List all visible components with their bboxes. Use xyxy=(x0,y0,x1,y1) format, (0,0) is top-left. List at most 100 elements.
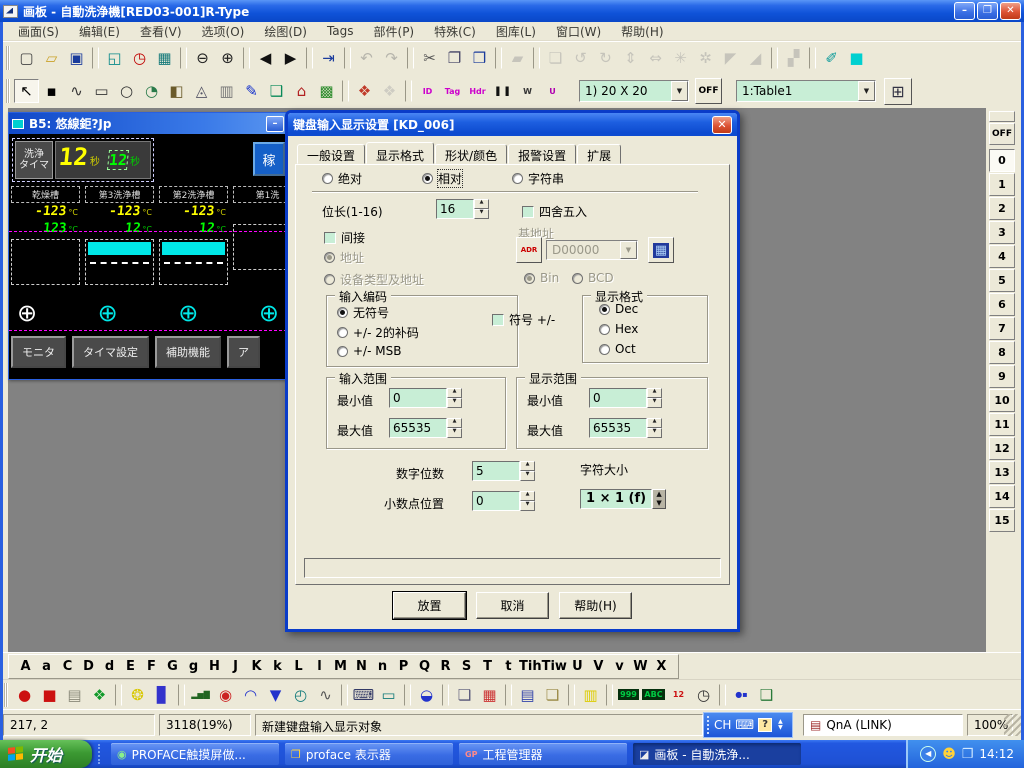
mark-tool[interactable]: ⌂ xyxy=(289,79,314,103)
function-switch-icon[interactable]: ■ xyxy=(37,683,62,707)
radio-absolute[interactable]: 绝对 xyxy=(322,170,362,187)
library-gray-icon[interactable]: ❖ xyxy=(377,79,402,103)
pump-icon[interactable]: ⊕ xyxy=(17,300,37,326)
dialog-tab[interactable]: 显示格式 xyxy=(366,142,434,164)
hmi-panel-wash1[interactable]: 第1洗 - xyxy=(233,186,287,285)
radio-msb[interactable]: +/- MSB xyxy=(337,344,401,358)
keypad-display-icon[interactable]: ▭ xyxy=(376,683,401,707)
state-number-button[interactable]: 4 xyxy=(989,245,1015,268)
hmi-menu-button[interactable]: 補助機能 xyxy=(155,336,221,368)
spin-down-icon[interactable]: ▼ xyxy=(647,428,662,438)
grid-size-select[interactable]: 1) 20 X 20 ▼ xyxy=(579,80,689,102)
zoom-in-icon[interactable]: ⊕ xyxy=(215,46,240,70)
input-min-value[interactable]: 0 xyxy=(389,388,447,408)
tag-letter[interactable]: J xyxy=(225,659,246,674)
spin-down-icon[interactable]: ▼ xyxy=(447,398,462,408)
pump-icon[interactable]: ⊕ xyxy=(259,300,279,326)
half-pie-graph-icon[interactable]: ◠ xyxy=(238,683,263,707)
hdr-toggle-icon[interactable]: Hdr xyxy=(465,79,490,103)
tag-letter[interactable]: n xyxy=(372,659,393,674)
tag-letter[interactable]: P xyxy=(393,659,414,674)
display-min-spinner[interactable]: 0 ▲▼ xyxy=(589,388,662,408)
spinner-updown-icon[interactable]: ▲▼ xyxy=(652,489,666,509)
copy-icon[interactable]: ❐ xyxy=(442,46,467,70)
bit-length-value[interactable]: 16 xyxy=(436,199,474,219)
flip-vertical-icon[interactable]: ⇕ xyxy=(618,46,643,70)
polyline-tool[interactable]: ∿ xyxy=(64,79,89,103)
state-number-button[interactable]: 0 xyxy=(989,149,1015,172)
cut-icon[interactable]: ✂ xyxy=(417,46,442,70)
display-max-value[interactable]: 65535 xyxy=(589,418,647,438)
paste-icon[interactable]: ❒ xyxy=(467,46,492,70)
tag-letter[interactable]: X xyxy=(651,659,672,674)
spin-down-icon[interactable]: ▼ xyxy=(474,209,489,219)
minimize-button[interactable]: – xyxy=(954,2,975,20)
u-marker-icon[interactable]: U xyxy=(540,79,565,103)
tag-letter[interactable]: l xyxy=(309,659,330,674)
pattern-toggle-icon[interactable]: ▌▐ xyxy=(490,79,515,103)
picture-display-icon[interactable]: ●▪ xyxy=(729,683,754,707)
logging-part-icon[interactable]: ▦ xyxy=(477,683,502,707)
bring-front-icon[interactable]: ◤ xyxy=(718,46,743,70)
state-number-button[interactable]: 11 xyxy=(989,413,1015,436)
menu-item[interactable]: Tags xyxy=(317,22,364,40)
state-number-button[interactable]: 12 xyxy=(989,437,1015,460)
bit-length-spinner[interactable]: 16 ▲▼ xyxy=(436,199,489,219)
fill-tool[interactable]: ◧ xyxy=(164,79,189,103)
key-switch-icon[interactable]: ❖ xyxy=(87,683,112,707)
eraser-icon[interactable]: ▰ xyxy=(505,46,530,70)
child-minimize-button[interactable]: – xyxy=(266,116,284,132)
menu-item[interactable]: 窗口(W) xyxy=(546,21,611,42)
text-display-icon[interactable]: ABC xyxy=(641,683,666,707)
table-editor-icon[interactable]: ⊞ xyxy=(884,78,912,105)
rotate-ccw-icon[interactable]: ↺ xyxy=(568,46,593,70)
state-off-button[interactable]: OFF xyxy=(989,123,1015,145)
pie-graph-icon[interactable]: ◉ xyxy=(213,683,238,707)
color-swatch-icon[interactable]: ■ xyxy=(844,46,869,70)
redo-icon[interactable]: ↷ xyxy=(379,46,404,70)
resize-grip[interactable] xyxy=(1004,714,1022,736)
dialog-tab[interactable]: 扩展 xyxy=(577,144,621,164)
digits-value[interactable]: 5 xyxy=(472,461,520,481)
spin-up-icon[interactable]: ▲ xyxy=(447,418,462,428)
check-marker-icon[interactable]: ✐ xyxy=(819,46,844,70)
keypad-icon[interactable]: ⌨ xyxy=(351,683,376,707)
flip-horizontal-icon[interactable]: ⇔ xyxy=(643,46,668,70)
help-button[interactable]: 帮助(H) xyxy=(559,592,632,619)
numeric-display-icon[interactable]: 999 xyxy=(616,683,641,707)
ruler-tool[interactable]: ▥ xyxy=(214,79,239,103)
hmi-panel-wash2[interactable]: 第2洗浄槽 -123°C 12°C xyxy=(159,186,228,285)
tag-letter[interactable]: Q xyxy=(414,659,435,674)
tag-letter[interactable]: W xyxy=(630,659,651,674)
radio-oct[interactable]: Oct xyxy=(599,342,636,356)
spin-down-icon[interactable]: ▼ xyxy=(647,398,662,408)
radio-relative[interactable]: 相对 xyxy=(422,170,462,187)
chevron-down-icon[interactable]: ▼ xyxy=(858,81,875,101)
simulate-icon[interactable]: ▦ xyxy=(152,46,177,70)
menu-item[interactable]: 编辑(E) xyxy=(69,21,130,42)
chevron-down-icon[interactable]: ▼ xyxy=(671,81,688,101)
tag-letter[interactable]: S xyxy=(456,659,477,674)
task-drawing-board[interactable]: ◪ 画板 - 自動洗浄... xyxy=(633,743,801,765)
tag-letter[interactable]: a xyxy=(36,659,57,674)
file-part-icon[interactable]: ❏ xyxy=(452,683,477,707)
alarm-part-icon[interactable]: ◒ xyxy=(414,683,439,707)
save-icon[interactable]: ▣ xyxy=(64,46,89,70)
dialog-tab[interactable]: 报警设置 xyxy=(508,144,576,164)
menu-item[interactable]: 选项(O) xyxy=(192,21,255,42)
language-help-icon[interactable]: ? xyxy=(758,718,772,732)
screen-monitor-icon[interactable]: ◱ xyxy=(102,46,127,70)
rotate-cw-icon[interactable]: ↻ xyxy=(593,46,618,70)
tank-graph-icon[interactable]: ▼ xyxy=(263,683,288,707)
text-tool[interactable]: ✎ xyxy=(239,79,264,103)
task-proface-web[interactable]: ◉ PROFACE触摸屏做... xyxy=(111,743,279,765)
tag-letter[interactable]: F xyxy=(141,659,162,674)
tag-letter[interactable]: M xyxy=(330,659,351,674)
hmi-panel-wash3[interactable]: 第3洗浄槽 -123°C 12°C xyxy=(85,186,154,285)
state-number-button[interactable]: 2 xyxy=(989,197,1015,220)
tag-toggle-icon[interactable]: Tag xyxy=(440,79,465,103)
language-indicator[interactable]: CH xyxy=(714,718,731,732)
tag-letter[interactable]: L xyxy=(288,659,309,674)
radio-dec[interactable]: Dec xyxy=(599,302,638,316)
menu-item[interactable]: 绘图(D) xyxy=(254,21,317,42)
